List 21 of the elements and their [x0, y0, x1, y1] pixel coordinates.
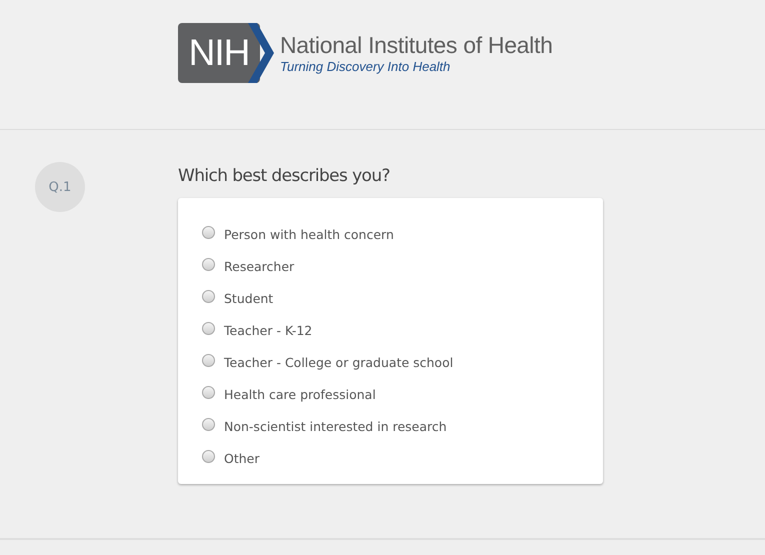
radio-button[interactable]: [202, 226, 215, 238]
option-label[interactable]: Researcher: [224, 258, 294, 274]
option-label[interactable]: Other: [224, 450, 260, 466]
radio-button[interactable]: [202, 290, 215, 302]
option-label[interactable]: Person with health concern: [224, 226, 394, 242]
option-label[interactable]: Student: [224, 290, 274, 306]
radio-button[interactable]: [202, 386, 215, 398]
radio-button[interactable]: [202, 354, 215, 366]
radio-button[interactable]: [202, 418, 215, 430]
radio-button[interactable]: [202, 450, 215, 462]
radio-button[interactable]: [202, 258, 215, 270]
option-label[interactable]: Teacher - College or graduate school: [224, 354, 454, 370]
option-label[interactable]: Teacher - K-12: [224, 322, 312, 338]
logo-tagline: Turning Discovery Into Health: [280, 59, 452, 74]
option-label[interactable]: Health care professional: [224, 386, 376, 402]
option-label[interactable]: Non-scientist interested in research: [224, 418, 447, 434]
logo-mark: NIH: [178, 23, 272, 83]
question-text: Which best describes you?: [178, 166, 391, 188]
logo-title: National Institutes of Health: [280, 32, 553, 59]
question-number: Q.1: [35, 162, 85, 212]
radio-button[interactable]: [202, 322, 215, 334]
